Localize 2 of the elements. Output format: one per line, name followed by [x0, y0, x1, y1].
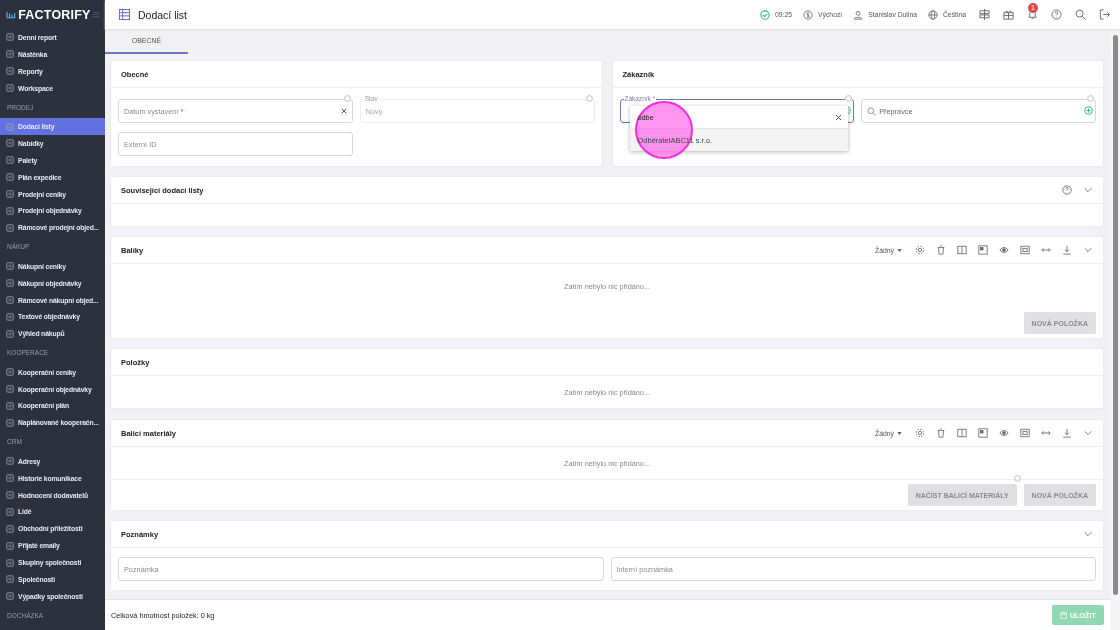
page-title: Dodací list	[138, 8, 188, 21]
logo-text: FACTORIFY	[18, 7, 91, 22]
